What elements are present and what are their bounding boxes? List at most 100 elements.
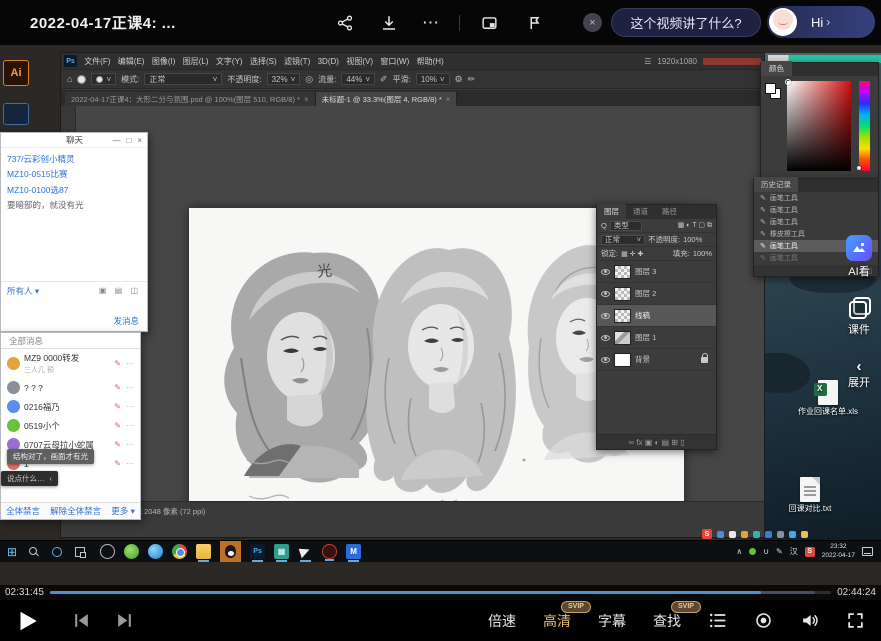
visibility-eye-icon[interactable]: [601, 335, 610, 341]
smoothing-gear-icon[interactable]: ⚙: [455, 74, 463, 85]
ai-watch-button[interactable]: AI看: [838, 235, 880, 279]
layer-row[interactable]: 图层 1: [597, 327, 716, 349]
color-panel-tab[interactable]: 颜色: [761, 61, 792, 76]
volume-icon[interactable]: [800, 611, 819, 630]
play-button[interactable]: [14, 608, 40, 634]
subtitles-button[interactable]: 字幕: [598, 611, 626, 631]
menu-file[interactable]: 文件(F): [81, 56, 114, 67]
layer-blend-select[interactable]: 正常˅: [601, 235, 645, 245]
start-button[interactable]: ⊞: [7, 545, 17, 559]
screenshot-icon[interactable]: [477, 11, 501, 35]
hue-strip[interactable]: [859, 81, 870, 171]
layer-opacity-value[interactable]: 100%: [683, 235, 702, 244]
edit-icon[interactable]: ✎: [114, 459, 121, 468]
app-classroom-icon[interactable]: ▦: [274, 544, 289, 559]
menu-image[interactable]: 图像(I): [149, 56, 179, 67]
edit-icon[interactable]: ✎: [114, 383, 121, 392]
app-360-icon[interactable]: [124, 544, 139, 559]
layer-row[interactable]: 图层 2: [597, 283, 716, 305]
playlist-icon[interactable]: [708, 611, 727, 630]
edit-icon[interactable]: ✎: [114, 421, 121, 430]
share-icon[interactable]: [333, 11, 357, 35]
tab-close-icon[interactable]: ×: [446, 95, 451, 104]
close-icon[interactable]: ×: [137, 136, 142, 145]
snip-s-icon[interactable]: S: [702, 529, 712, 539]
member-row[interactable]: 0519小个 ✎⋯: [1, 416, 140, 435]
visibility-eye-icon[interactable]: [601, 291, 610, 297]
chat-title-bar[interactable]: 聊天 — □ ×: [1, 133, 147, 148]
menu-help[interactable]: 帮助(H): [413, 56, 446, 67]
paths-tab[interactable]: 路径: [655, 204, 684, 219]
more-actions-button[interactable]: 更多 ▾: [111, 505, 135, 517]
desktop-shortcut[interactable]: [3, 103, 29, 125]
channels-tab[interactable]: 通道: [626, 204, 655, 219]
menu-filter[interactable]: 滤镜(T): [281, 56, 314, 67]
snip-toolbar[interactable]: S: [700, 528, 881, 540]
opacity-value[interactable]: 32%˅: [267, 73, 301, 85]
unmute-all-button[interactable]: 解除全体禁言: [50, 505, 101, 517]
courseware-button[interactable]: 课件: [838, 297, 880, 337]
app-clock-icon[interactable]: [100, 544, 115, 559]
history-step[interactable]: ✎画笔工具: [754, 192, 878, 204]
visibility-eye-icon[interactable]: [601, 269, 610, 275]
chat-tool-icons[interactable]: ▣ ▤ ◫: [99, 286, 141, 295]
edit-icon[interactable]: ✎: [114, 402, 121, 411]
visibility-eye-icon[interactable]: [601, 357, 610, 363]
tray-clock[interactable]: 23:322022-04-17: [822, 543, 855, 559]
saturation-square[interactable]: [787, 81, 851, 171]
layer-filter-select[interactable]: 类型: [610, 221, 642, 231]
send-message-button[interactable]: 发消息: [113, 315, 139, 327]
brush-preset-picker[interactable]: ˅: [91, 73, 116, 85]
app-recorder-icon[interactable]: [322, 544, 337, 559]
fg-bg-swatches[interactable]: [765, 83, 783, 107]
next-button[interactable]: [115, 611, 134, 630]
menu-layer[interactable]: 图层(L): [180, 56, 212, 67]
account-pill[interactable]: Hi ›: [767, 6, 875, 38]
layer-filter-icons[interactable]: ▦ ◐ T ▢ ⧉: [678, 221, 712, 230]
layers-footer-icons[interactable]: ∞ fx ▣ ◐ ▤ ⊞ ▯: [597, 434, 716, 449]
download-icon[interactable]: [377, 11, 401, 35]
tray-chevron-icon[interactable]: ∧: [736, 547, 742, 556]
menu-3d[interactable]: 3D(D): [314, 57, 342, 66]
app-chrome-icon[interactable]: [172, 544, 187, 559]
menu-type[interactable]: 文字(Y): [213, 56, 246, 67]
smooth-value[interactable]: 10%˅: [416, 73, 450, 85]
layer-search-icon[interactable]: Q: [601, 221, 607, 230]
taskbar-search-icon[interactable]: [28, 546, 40, 558]
app-bird-icon[interactable]: [298, 544, 313, 559]
hamburger-icon[interactable]: ☰: [644, 57, 651, 66]
member-row[interactable]: ? ? ? ✎⋯: [1, 378, 140, 397]
mention-all-dropdown[interactable]: 所有人 ▾: [7, 285, 39, 297]
more-icon[interactable]: ⋯: [126, 402, 134, 411]
app-explorer-icon[interactable]: [196, 544, 211, 559]
chat-message-link[interactable]: MZ10-0100选87: [7, 183, 141, 198]
doc-tab-untitled[interactable]: 未标题-1 @ 33.3%(图层 4, RGB/8) * ×: [316, 92, 458, 106]
settings-icon[interactable]: [754, 611, 773, 630]
fill-value[interactable]: 100%: [693, 249, 712, 258]
app-m-icon[interactable]: M: [346, 544, 361, 559]
flag-icon[interactable]: [523, 11, 547, 35]
tray-pen-icon[interactable]: ✎: [776, 547, 783, 556]
more-icon[interactable]: ⋯: [419, 11, 443, 35]
more-icon[interactable]: ⋯: [126, 421, 134, 430]
maximize-icon[interactable]: □: [126, 136, 131, 145]
tray-shield-icon[interactable]: [749, 548, 756, 555]
expand-button[interactable]: ‹ 展开: [838, 360, 880, 390]
previous-button[interactable]: [72, 611, 91, 630]
history-panel-tab[interactable]: 历史记录: [754, 177, 798, 192]
airbrush-icon[interactable]: ✐: [380, 74, 388, 85]
pressure-size-icon[interactable]: ✏: [468, 74, 476, 85]
tray-s-icon[interactable]: S: [805, 547, 815, 557]
desktop-txt-icon[interactable]: 回课对比.txt: [772, 477, 848, 514]
snip-tool-icon[interactable]: [729, 531, 736, 538]
doc-tab-psd[interactable]: 2022-04-17正课4：大形二分与氛围.psd @ 100%(图层 510,…: [65, 92, 316, 106]
pressure-opacity-icon[interactable]: ◎: [305, 74, 313, 85]
member-row[interactable]: MZ9 0000转发三人几 预 ✎⋯: [1, 349, 140, 378]
brush-tool-icon[interactable]: [77, 75, 86, 84]
history-step[interactable]: ✎画笔工具: [754, 204, 878, 216]
more-icon[interactable]: ⋯: [126, 359, 134, 368]
app-edge-icon[interactable]: [148, 544, 163, 559]
snip-tool-icon[interactable]: [801, 531, 808, 538]
chat-message-link[interactable]: 737/云彩创小精灵: [7, 152, 141, 167]
app-photoshop-icon[interactable]: Ps: [250, 544, 265, 559]
